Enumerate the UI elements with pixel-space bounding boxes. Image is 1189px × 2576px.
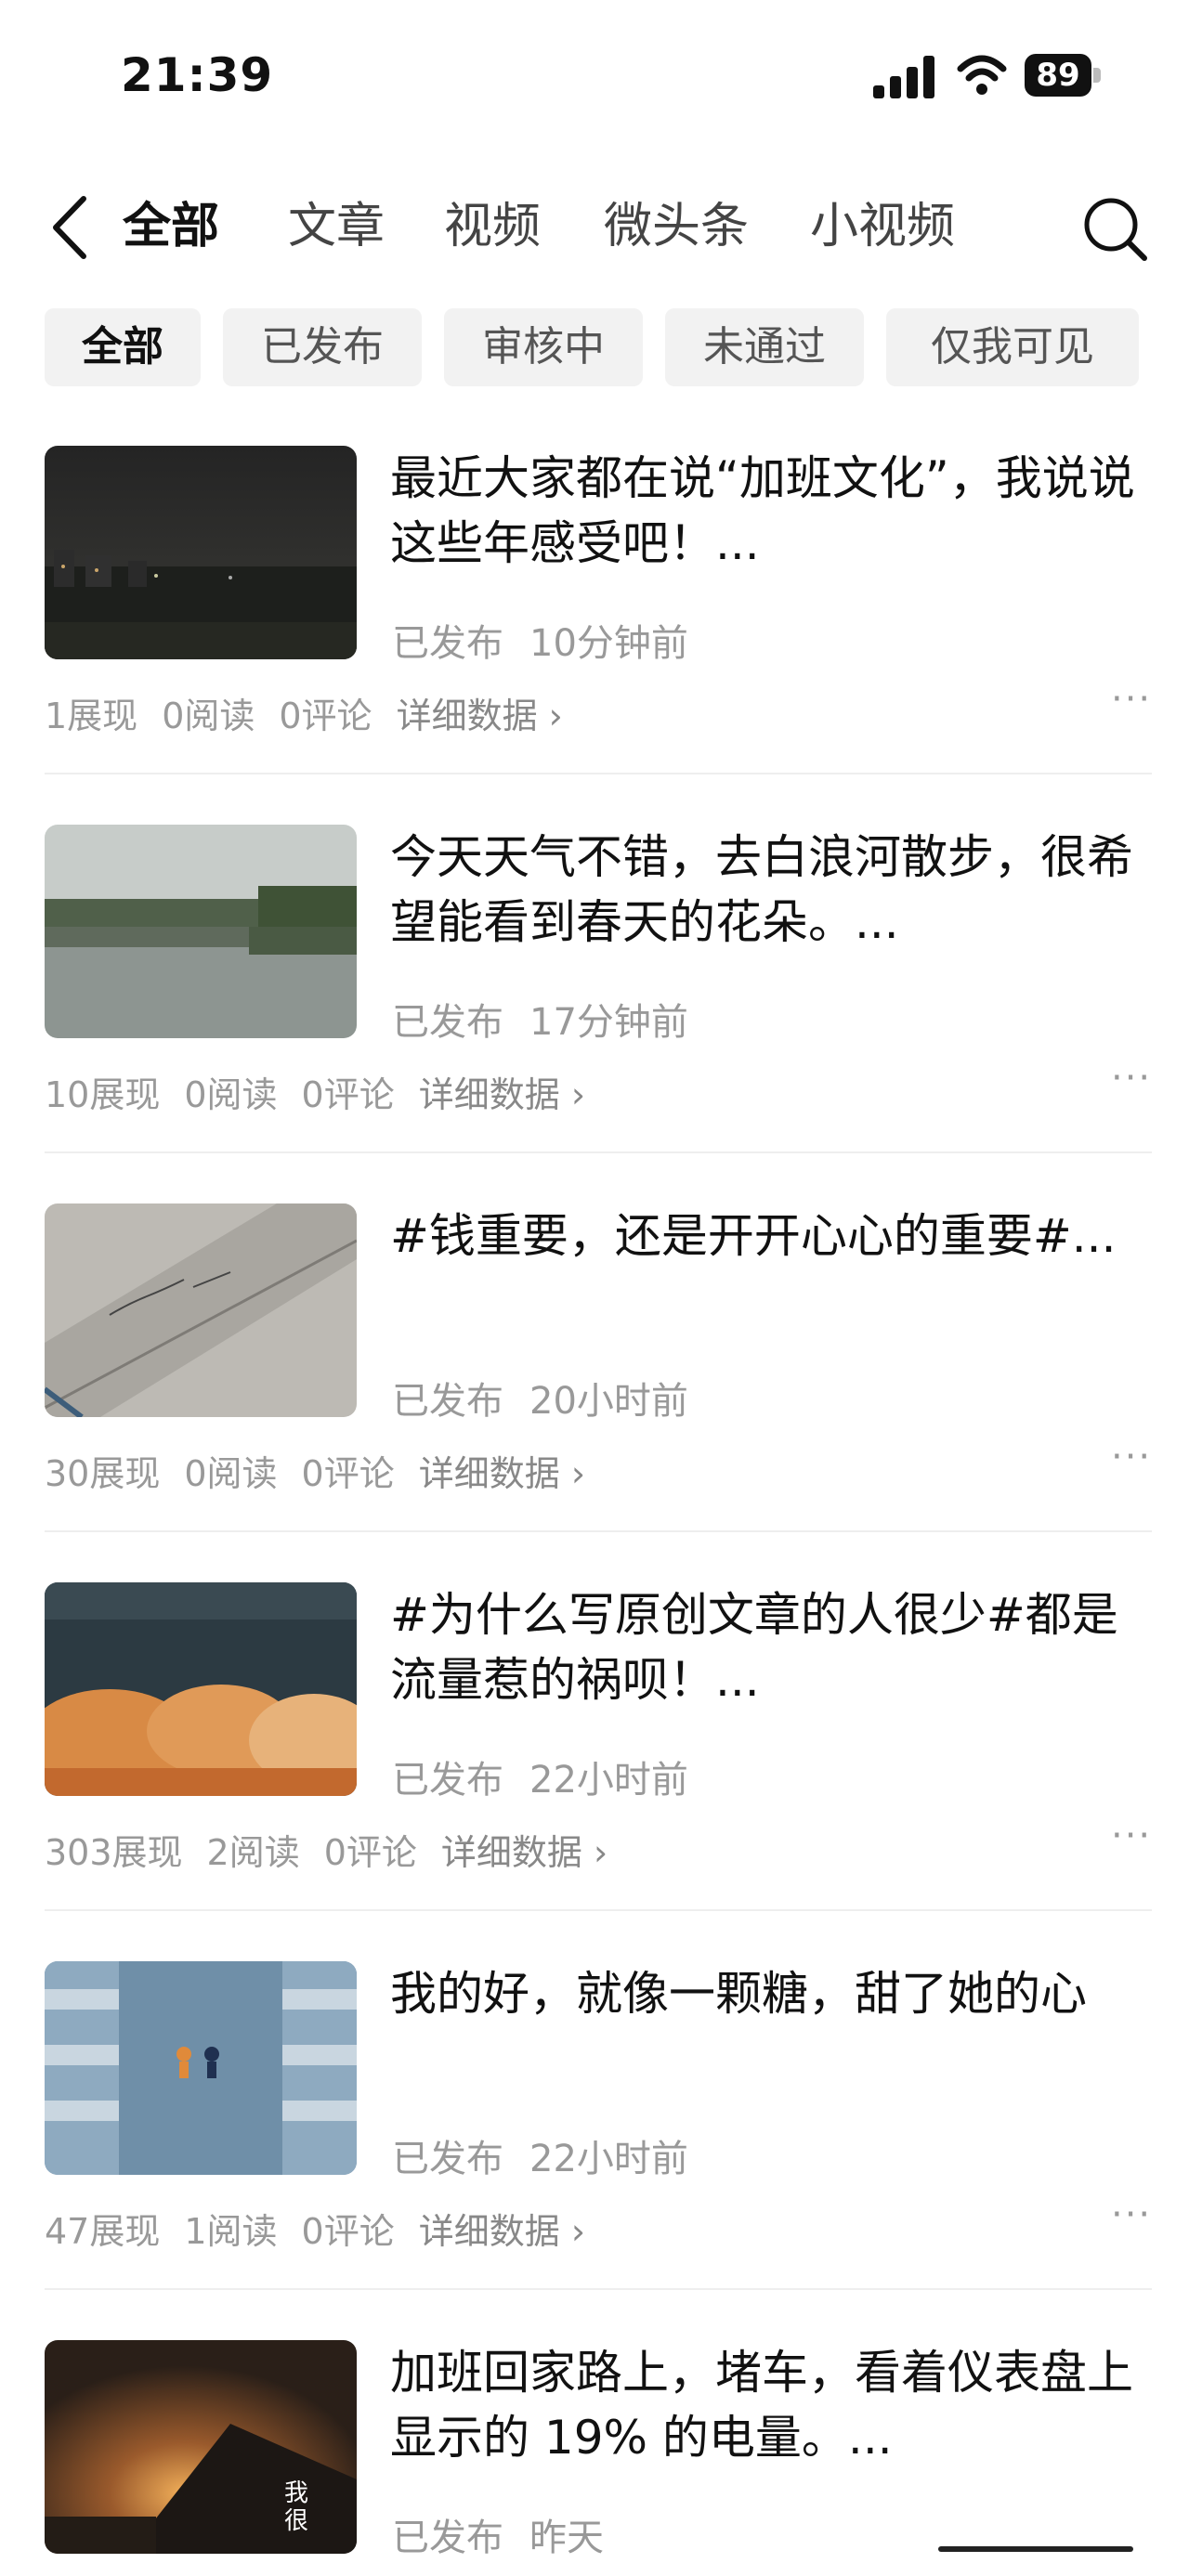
article-title[interactable]: 加班回家路上，堵车，看着仪表盘上显示的 19% 的电量。... [390, 2340, 1152, 2470]
article-stats: 303展现 2阅读 0评论 详细数据 › [45, 1824, 632, 1875]
status-time: 21:39 [121, 48, 274, 102]
list-item[interactable]: #钱重要，还是开开心心的重要#... 已发布 20小时前 30展现 0阅读 0评论 详细… [0, 1203, 1189, 1584]
publish-time: 10分钟前 [529, 622, 688, 665]
list-item[interactable]: 我很 加班回家路上，堵车，看着仪表盘上显示的 19% 的电量。... 已发布 昨天 [0, 2340, 1189, 2576]
thumbnail-river [45, 825, 357, 1038]
wifi-icon [957, 55, 1007, 95]
reads-count: 0阅读 [184, 1453, 278, 1494]
tab-videos[interactable]: 视频 [444, 197, 541, 256]
divider [45, 1530, 1152, 1532]
article-meta: 已发布 昨天 [392, 2507, 630, 2561]
status-label: 已发布 [392, 2138, 503, 2180]
publish-time: 17分钟前 [529, 1001, 688, 1044]
reads-count: 0阅读 [184, 1074, 278, 1115]
status-bar: 21:39 89 [0, 0, 1189, 158]
filter-published[interactable]: 已发布 [223, 308, 422, 386]
list-item[interactable]: 今天天气不错，去白浪河散步，很希望能看到春天的花朵。... 已发布 17分钟前 1… [0, 825, 1189, 1205]
divider [45, 773, 1152, 774]
top-nav: 全部 文章 视频 微头条 小视频 [0, 176, 1189, 279]
battery-level: 89 [1036, 57, 1080, 94]
detail-data-link[interactable]: 详细数据 › [419, 1074, 585, 1115]
article-meta: 已发布 10分钟前 [392, 613, 714, 667]
filter-rejected[interactable]: 未通过 [665, 308, 864, 386]
status-label: 已发布 [392, 1001, 503, 1044]
battery-icon: 89 [1025, 54, 1101, 97]
article-meta: 已发布 20小时前 [392, 1371, 714, 1425]
article-title[interactable]: #钱重要，还是开开心心的重要#... [390, 1203, 1152, 1334]
article-meta: 已发布 17分钟前 [392, 992, 714, 1046]
detail-data-link[interactable]: 详细数据 › [419, 2211, 585, 2252]
home-indicator [938, 2546, 1133, 2552]
impressions-count: 47展现 [45, 2211, 161, 2252]
comments-count: 0评论 [301, 2211, 395, 2252]
tab-short-videos[interactable]: 小视频 [810, 197, 955, 256]
more-options-icon[interactable]: ··· [1111, 1436, 1152, 1478]
search-icon[interactable] [1078, 191, 1152, 266]
back-arrow-icon[interactable] [43, 186, 98, 269]
impressions-count: 30展现 [45, 1453, 161, 1494]
article-title[interactable]: 最近大家都在说“加班文化”，我说说这些年感受吧！... [390, 446, 1152, 576]
status-label: 已发布 [392, 1759, 503, 1802]
filter-all[interactable]: 全部 [45, 308, 201, 386]
thumbnail-clock-bread [45, 1582, 357, 1796]
list-item[interactable]: 我的好，就像一颗糖，甜了她的心 已发布 22小时前 47展现 1阅读 0评论 详细数据 … [0, 1961, 1189, 2342]
article-title[interactable]: #为什么写原创文章的人很少#都是流量惹的祸呗！... [390, 1582, 1152, 1712]
more-options-icon[interactable]: ··· [1111, 1815, 1152, 1857]
filter-private[interactable]: 仅我可见 [886, 308, 1139, 386]
comments-count: 0评论 [279, 696, 372, 736]
more-options-icon[interactable]: ··· [1111, 678, 1152, 721]
publish-time: 20小时前 [529, 1380, 688, 1423]
reads-count: 2阅读 [206, 1832, 300, 1873]
detail-data-link[interactable]: 详细数据 › [397, 696, 563, 736]
cellular-signal-icon [873, 56, 938, 98]
article-meta: 已发布 22小时前 [392, 1750, 714, 1803]
comments-count: 0评论 [301, 1074, 395, 1115]
tab-all[interactable]: 全部 [123, 197, 219, 256]
thumbnail-handwritten-note [45, 1203, 357, 1417]
status-label: 已发布 [392, 2517, 503, 2559]
comments-count: 0评论 [301, 1453, 395, 1494]
more-options-icon[interactable]: ··· [1111, 2193, 1152, 2236]
thumbnail-sunset-roof: 我很 [45, 2340, 357, 2554]
more-options-icon[interactable]: ··· [1111, 1057, 1152, 1099]
divider [45, 2288, 1152, 2290]
impressions-count: 303展现 [45, 1832, 183, 1873]
status-label: 已发布 [392, 622, 503, 665]
article-stats: 30展现 0阅读 0评论 详细数据 › [45, 1445, 609, 1496]
thumbnail-night-city [45, 446, 357, 659]
article-title[interactable]: 今天天气不错，去白浪河散步，很希望能看到春天的花朵。... [390, 825, 1152, 955]
article-meta: 已发布 22小时前 [392, 2128, 714, 2182]
article-title[interactable]: 我的好，就像一颗糖，甜了她的心 [390, 1961, 1152, 2091]
article-stats: 1展现 0阅读 0评论 详细数据 › [45, 687, 587, 738]
comments-count: 0评论 [323, 1832, 417, 1873]
divider [45, 1151, 1152, 1153]
list-item[interactable]: #为什么写原创文章的人很少#都是流量惹的祸呗！... 已发布 22小时前 303展… [0, 1582, 1189, 1963]
thumbnail-crosswalk-couple [45, 1961, 357, 2175]
publish-time: 22小时前 [529, 1759, 688, 1802]
publish-time: 昨天 [529, 2517, 604, 2559]
article-stats: 47展现 1阅读 0评论 详细数据 › [45, 2203, 609, 2254]
tab-articles[interactable]: 文章 [288, 197, 385, 256]
detail-data-link[interactable]: 详细数据 › [441, 1832, 608, 1873]
filter-in-review[interactable]: 审核中 [444, 308, 643, 386]
tab-micro-posts[interactable]: 微头条 [604, 197, 749, 256]
reads-count: 0阅读 [162, 696, 255, 736]
status-label: 已发布 [392, 1380, 503, 1423]
article-stats: 10展现 0阅读 0评论 详细数据 › [45, 1066, 609, 1117]
reads-count: 1阅读 [184, 2211, 278, 2252]
impressions-count: 10展现 [45, 1074, 161, 1115]
impressions-count: 1展现 [45, 696, 138, 736]
divider [45, 1909, 1152, 1911]
list-item[interactable]: 最近大家都在说“加班文化”，我说说这些年感受吧！... 已发布 10分钟前 1展现… [0, 446, 1189, 826]
detail-data-link[interactable]: 详细数据 › [419, 1453, 585, 1494]
thumbnail-caption: 我很 [284, 2479, 309, 2535]
publish-time: 22小时前 [529, 2138, 688, 2180]
